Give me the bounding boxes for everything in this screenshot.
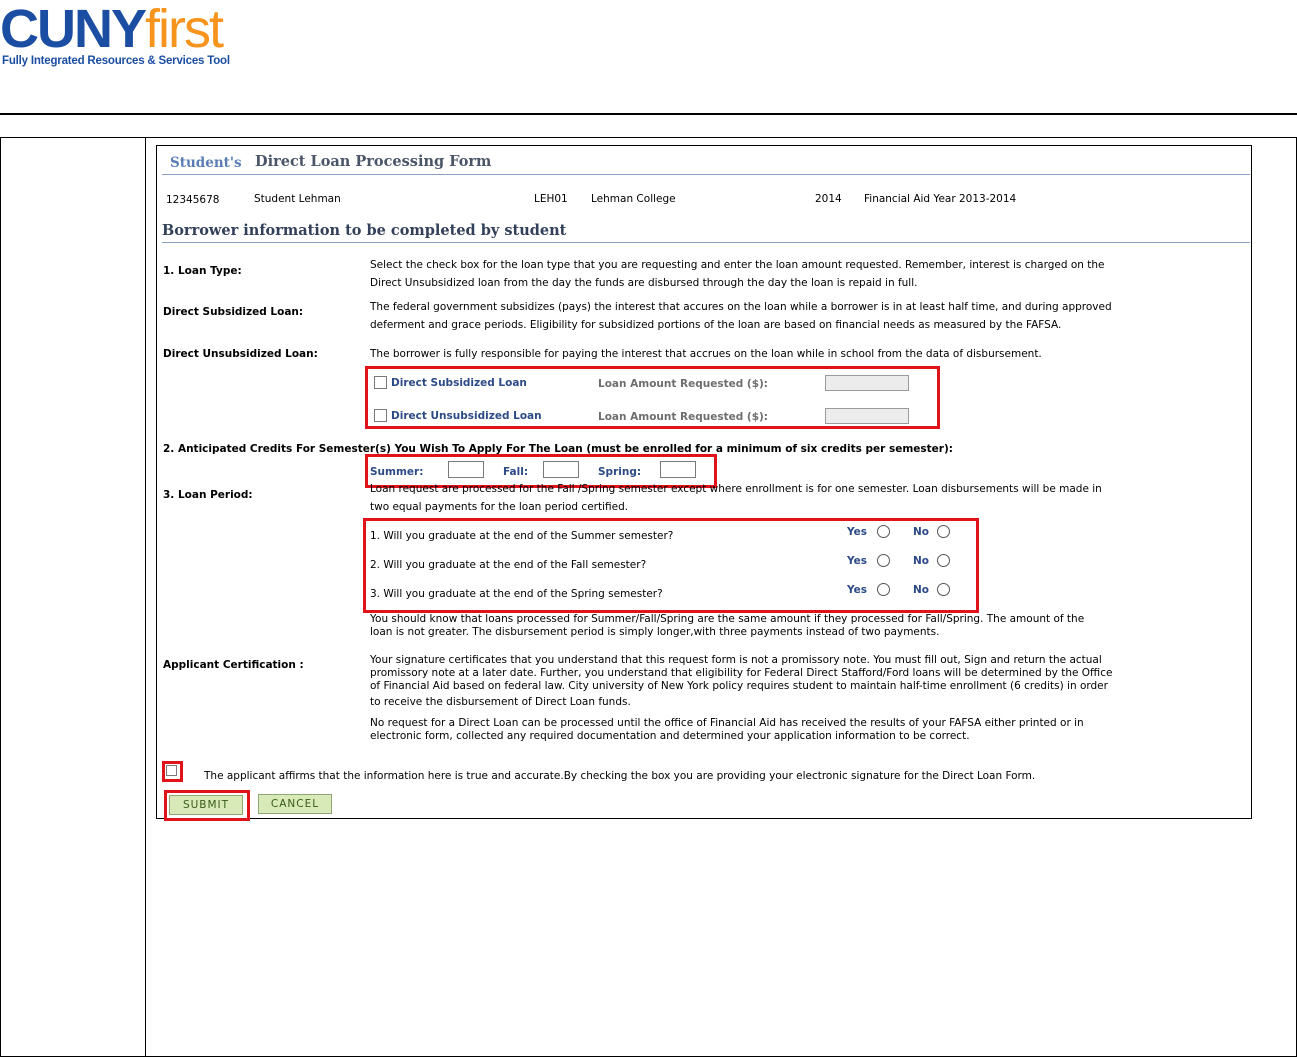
summer-no-radio[interactable]: [937, 525, 950, 538]
unsubsidized-amount-input[interactable]: [825, 408, 909, 424]
logo-cuny-text: CUNY: [0, 0, 147, 59]
subsidized-text: The federal government subsidizes (pays)…: [370, 299, 1190, 334]
subsidized-amount-input[interactable]: [825, 375, 909, 391]
subsidized-text-line: The federal government subsidizes (pays)…: [370, 301, 1112, 313]
summer-yes-radio[interactable]: [877, 525, 890, 538]
loan-period-note-line: You should know that loans processed for…: [370, 613, 1085, 625]
no-label: No: [913, 526, 930, 538]
certification-notice: No request for a Direct Loan can be proc…: [370, 717, 1190, 743]
loan-period-text-line: two equal payments for the loan period c…: [370, 500, 629, 513]
subsidized-loan-checkbox[interactable]: [374, 376, 387, 389]
loan-period-text-line: Loan request are processed for the Fall …: [370, 483, 1102, 495]
loan-type-text-line: Direct Unsubsidized loan from the day th…: [370, 276, 918, 289]
logo-first-text: first: [145, 0, 224, 59]
certification-text-line: to receive the disbursement of Direct Lo…: [370, 696, 631, 708]
loan-type-label: 1. Loan Type:: [163, 265, 242, 277]
no-label: No: [913, 584, 930, 596]
submit-button[interactable]: Submit: [169, 795, 243, 815]
subsidized-text-line: deferment and grace periods. Eligibility…: [370, 318, 1062, 331]
loan-period-text: Loan request are processed for the Fall …: [370, 481, 1190, 516]
spring-label: Spring:: [598, 466, 642, 478]
loan-type-text: Select the check box for the loan type t…: [370, 257, 1190, 292]
yes-label: Yes: [847, 555, 868, 567]
fall-credits-input[interactable]: [543, 461, 579, 478]
student-name: Student Lehman: [254, 193, 341, 205]
unsubsidized-label: Direct Unsubsidized Loan:: [163, 348, 318, 360]
yes-label: Yes: [847, 584, 868, 596]
institution-name: Lehman College: [591, 193, 676, 205]
question-fall: 2. Will you graduate at the end of the F…: [370, 559, 647, 571]
certification-text: Your signature certificates that you und…: [370, 654, 1190, 693]
certification-text-line: promissory note at a later date. Further…: [370, 667, 1113, 679]
subsidized-loan-option-label: Direct Subsidized Loan: [391, 377, 527, 389]
certification-notice-line: electronic form, collected any required …: [370, 730, 970, 742]
summer-credits-input[interactable]: [448, 461, 484, 478]
certification-text-line: Your signature certificates that you und…: [370, 654, 1102, 666]
cancel-button[interactable]: Cancel: [258, 794, 332, 814]
fall-label: Fall:: [503, 466, 529, 478]
aid-year: 2014: [815, 193, 842, 205]
fall-no-radio[interactable]: [937, 554, 950, 567]
section-title: Borrower information to be completed by …: [162, 222, 567, 239]
unsubsidized-loan-option-label: Direct Unsubsidized Loan: [391, 410, 542, 422]
logo-tagline: Fully Integrated Resources & Services To…: [2, 55, 230, 67]
table-column-divider: [145, 137, 146, 1056]
title-rule: [162, 174, 1250, 175]
fall-yes-radio[interactable]: [877, 554, 890, 567]
spring-credits-input[interactable]: [660, 461, 696, 478]
section-rule: [162, 242, 1250, 243]
spring-no-radio[interactable]: [937, 583, 950, 596]
summer-label: Summer:: [370, 466, 424, 478]
unsubsidized-loan-checkbox[interactable]: [374, 409, 387, 422]
no-label: No: [913, 555, 930, 567]
yes-label: Yes: [847, 526, 868, 538]
form-title: Direct Loan Processing Form: [255, 153, 492, 170]
question-summer: 1. Will you graduate at the end of the S…: [370, 530, 674, 542]
form-title-prefix: Student's: [170, 155, 242, 171]
institution-code: LEH01: [534, 193, 568, 205]
question-spring: 3. Will you graduate at the end of the S…: [370, 588, 663, 600]
subsidized-label: Direct Subsidized Loan:: [163, 306, 304, 318]
aid-year-description: Financial Aid Year 2013-2014: [864, 193, 1017, 205]
affirm-text: The applicant affirms that the informati…: [204, 770, 1036, 782]
certification-notice-line: No request for a Direct Loan can be proc…: [370, 717, 1084, 729]
spring-yes-radio[interactable]: [877, 583, 890, 596]
amount-label-unsubsidized: Loan Amount Requested ($):: [598, 411, 769, 423]
loan-type-text-line: Select the check box for the loan type t…: [370, 259, 1105, 271]
loan-period-note-line: loan is not greater. The disbursement pe…: [370, 626, 940, 638]
loan-period-note: You should know that loans processed for…: [370, 613, 1190, 639]
student-id: 12345678: [166, 194, 220, 206]
amount-label-subsidized: Loan Amount Requested ($):: [598, 378, 769, 390]
certification-text-line: of Financial Aid based on federal law. C…: [370, 680, 1108, 692]
affirm-checkbox[interactable]: [166, 765, 177, 776]
loan-period-label: 3. Loan Period:: [163, 489, 253, 501]
header-divider: [0, 113, 1297, 115]
unsubsidized-text: The borrower is fully responsible for pa…: [370, 348, 1042, 360]
certification-label: Applicant Certification :: [163, 659, 304, 671]
